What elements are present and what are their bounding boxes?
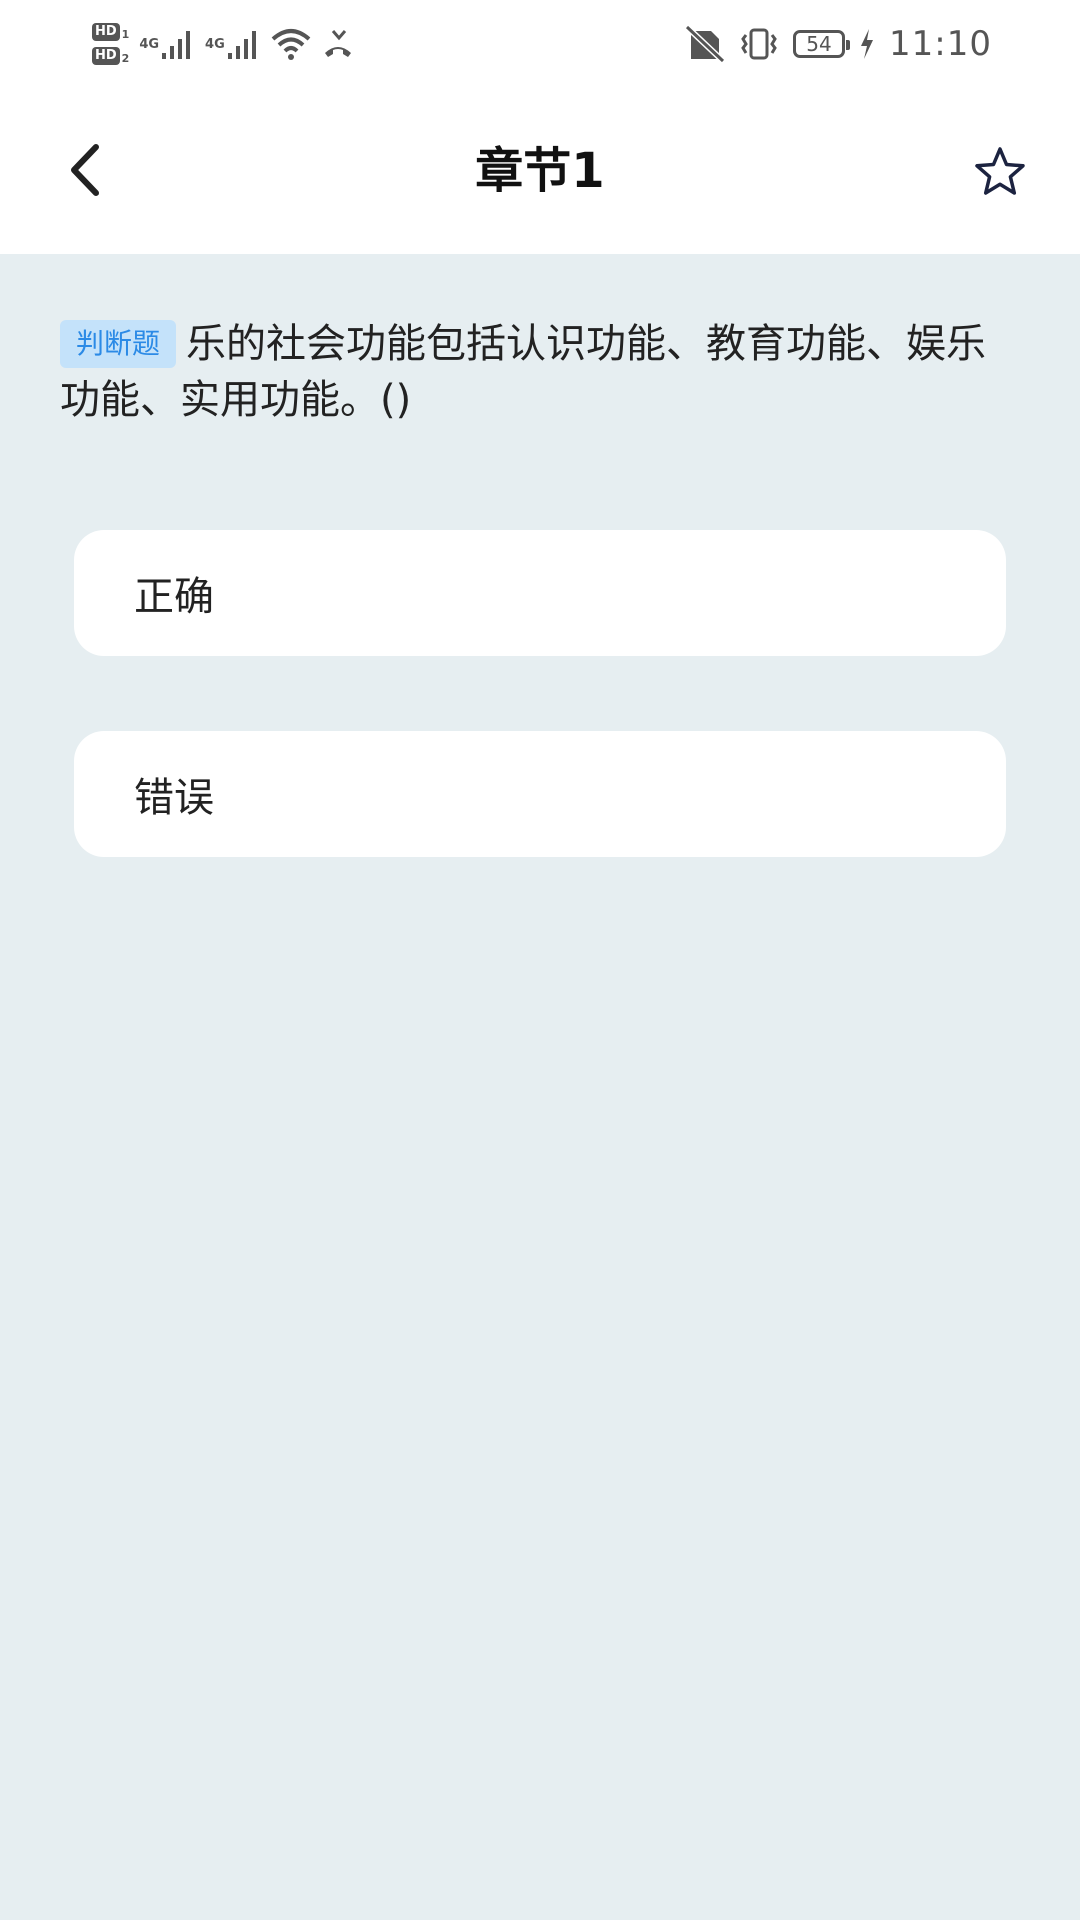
hd1-sub: 1 (121, 28, 130, 41)
option-false[interactable]: 错误 (74, 731, 1006, 857)
option-label: 正确 (134, 574, 214, 620)
status-bar: HD 1 HD 2 4G 4G 54 11:10 (0, 0, 1080, 88)
star-outline-icon (975, 147, 1025, 195)
option-true[interactable]: 正确 (74, 530, 1006, 656)
no-sim-icon (685, 25, 726, 63)
status-time: 11:10 (889, 24, 992, 64)
hd2-sub: 2 (121, 52, 130, 65)
signal-icon-2: 4G (205, 27, 261, 61)
question-type-badge: 判断题 (60, 320, 177, 368)
hd-icon: HD 1 HD 2 (92, 23, 129, 65)
missed-call-icon (324, 30, 351, 57)
status-left-icons: HD 1 HD 2 4G 4G (92, 14, 355, 74)
page-title: 章节1 (475, 143, 605, 199)
favorite-button[interactable] (970, 142, 1030, 202)
vibrate-icon (741, 28, 777, 60)
charging-icon (861, 29, 874, 59)
wifi-icon (271, 29, 311, 60)
status-right-icons: 54 11:10 (685, 14, 992, 74)
signal-icon: 4G (139, 27, 195, 61)
battery-icon: 54 (793, 30, 851, 58)
question-text: 乐的社会功能包括认识功能、教育功能、娱乐功能、实用功能。() (60, 321, 987, 423)
question-stem: 判断题 乐的社会功能包括认识功能、教育功能、娱乐功能、实用功能。() (60, 316, 1010, 428)
option-label: 错误 (134, 775, 214, 821)
app-header: 章节1 (0, 88, 1080, 254)
sim1-network-label: 4G (139, 37, 160, 52)
sim2-network-label: 4G (205, 37, 225, 52)
hd2-badge: HD (92, 47, 120, 65)
battery-level: 54 (806, 32, 832, 56)
hd1-badge: HD (92, 23, 120, 41)
